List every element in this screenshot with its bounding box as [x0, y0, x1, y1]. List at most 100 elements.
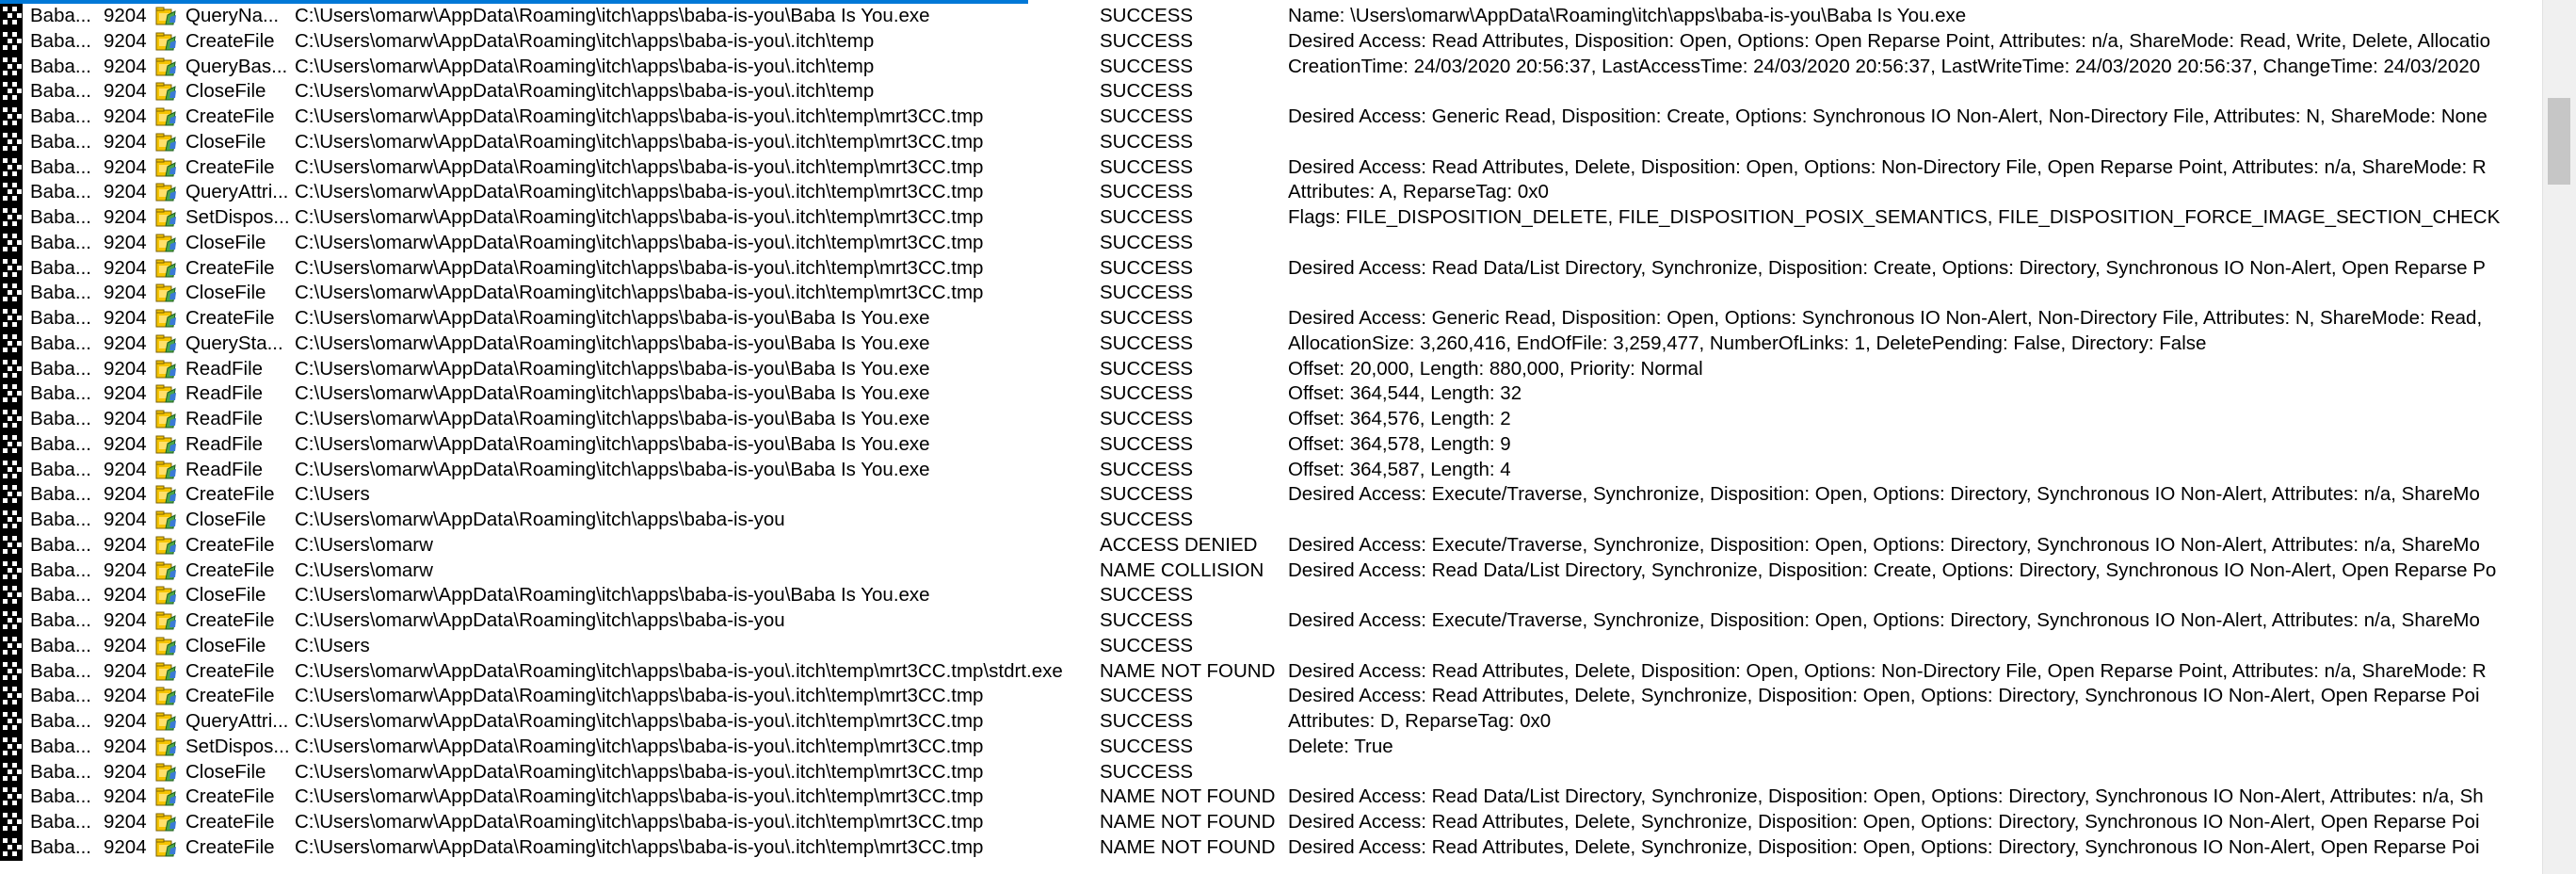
event-row[interactable]: Baba... 9204 ReadFile C:\Users\omarw\App…	[0, 457, 2542, 483]
result: SUCCESS	[1100, 105, 1194, 127]
result: SUCCESS	[1100, 584, 1194, 607]
operation: QueryNa...	[185, 5, 280, 26]
operation: ReadFile	[185, 432, 264, 455]
path: C:\Users\omarw\AppData\Roaming\itch\apps…	[295, 105, 984, 127]
event-row[interactable]: Baba... 9204 CloseFile C:\Users\omarw\Ap…	[0, 79, 2542, 105]
process-name: Baba...	[30, 105, 91, 127]
detail: Offset: 364,544, Length: 32	[1288, 382, 1522, 405]
event-row[interactable]: Baba... 9204 CreateFile C:\Users\omarw\A…	[0, 810, 2542, 835]
process-id: 9204	[104, 155, 147, 178]
operation: CloseFile	[185, 130, 266, 153]
operation: ReadFile	[185, 382, 264, 405]
event-row[interactable]: Baba... 9204 CloseFile C:\Users\omarw\Ap…	[0, 583, 2542, 608]
result: SUCCESS	[1100, 231, 1194, 253]
path: C:\Users\omarw\AppData\Roaming\itch\apps…	[295, 685, 984, 707]
process-name: Baba...	[30, 533, 91, 556]
checkerboard-process-icon	[0, 205, 26, 231]
process-id: 9204	[104, 55, 147, 77]
scrollbar-thumb[interactable]	[2548, 98, 2570, 185]
filesystem-operation-icon	[154, 533, 181, 558]
event-row[interactable]: Baba... 9204 CreateFile C:\Users\omarw\A…	[0, 255, 2542, 282]
path: C:\Users\omarw\AppData\Roaming\itch\apps…	[295, 785, 984, 808]
process-id: 9204	[104, 307, 147, 329]
event-row[interactable]: Baba... 9204 SetDispos... C:\Users\omarw…	[0, 734, 2542, 760]
event-row[interactable]: Baba... 9204 CreateFile C:\Users\omarw N…	[0, 558, 2542, 584]
operation: QueryAttri...	[185, 710, 289, 732]
detail: Desired Access: Read Attributes, Delete,…	[1288, 811, 2480, 833]
event-row[interactable]: Baba... 9204 CreateFile C:\Users SUCCESS…	[0, 482, 2542, 508]
process-id: 9204	[104, 584, 147, 607]
process-id: 9204	[104, 533, 147, 556]
event-row[interactable]: Baba... 9204 CreateFile C:\Users\omarw A…	[0, 532, 2542, 558]
operation: CloseFile	[185, 584, 266, 607]
event-row[interactable]: Baba... 9204 QuerySta... C:\Users\omarw\…	[0, 331, 2542, 357]
event-row[interactable]: Baba... 9204 CreateFile C:\Users\omarw\A…	[0, 834, 2542, 861]
operation: CloseFile	[185, 282, 266, 304]
event-row[interactable]: Baba... 9204 CreateFile C:\Users\omarw\A…	[0, 105, 2542, 130]
path: C:\Users\omarw\AppData\Roaming\itch\apps…	[295, 256, 984, 279]
operation: CreateFile	[185, 785, 275, 808]
detail: Desired Access: Execute/Traverse, Synchr…	[1288, 533, 2480, 556]
path: C:\Users\omarw\AppData\Roaming\itch\apps…	[295, 609, 785, 631]
path: C:\Users\omarw\AppData\Roaming\itch\apps…	[295, 458, 930, 480]
path: C:\Users\omarw\AppData\Roaming\itch\apps…	[295, 659, 1063, 682]
event-row[interactable]: Baba... 9204 ReadFile C:\Users\omarw\App…	[0, 381, 2542, 407]
detail: Offset: 20,000, Length: 880,000, Priorit…	[1288, 357, 1703, 380]
filesystem-operation-icon	[154, 357, 181, 382]
event-row[interactable]: Baba... 9204 CloseFile C:\Users\omarw\Ap…	[0, 508, 2542, 533]
filesystem-operation-icon	[154, 79, 181, 105]
event-row[interactable]: Baba... 9204 CloseFile C:\Users\omarw\Ap…	[0, 129, 2542, 155]
event-row[interactable]: Baba... 9204 CreateFile C:\Users\omarw\A…	[0, 154, 2542, 181]
event-row[interactable]: Baba... 9204 CreateFile C:\Users\omarw\A…	[0, 306, 2542, 332]
detail: Desired Access: Execute/Traverse, Synchr…	[1288, 483, 2480, 506]
result: NAME NOT FOUND	[1100, 835, 1276, 858]
process-name: Baba...	[30, 811, 91, 833]
event-row[interactable]: Baba... 9204 CreateFile C:\Users\omarw\A…	[0, 785, 2542, 810]
operation: CreateFile	[185, 256, 275, 279]
event-row[interactable]: Baba... 9204 ReadFile C:\Users\omarw\App…	[0, 431, 2542, 458]
event-row[interactable]: Baba... 9204 QueryBas... C:\Users\omarw\…	[0, 54, 2542, 80]
path: C:\Users\omarw\AppData\Roaming\itch\apps…	[295, 5, 930, 26]
event-row[interactable]: Baba... 9204 CreateFile C:\Users\omarw\A…	[0, 28, 2542, 55]
filesystem-operation-icon	[154, 256, 181, 282]
event-row[interactable]: Baba... 9204 CreateFile C:\Users\omarw\A…	[0, 658, 2542, 685]
event-row[interactable]: Baba... 9204 CloseFile C:\Users SUCCESS	[0, 633, 2542, 659]
process-id: 9204	[104, 80, 147, 103]
path: C:\Users\omarw\AppData\Roaming\itch\apps…	[295, 231, 984, 253]
event-row[interactable]: Baba... 9204 CreateFile C:\Users\omarw\A…	[0, 684, 2542, 709]
event-row[interactable]: Baba... 9204 QueryAttri... C:\Users\omar…	[0, 180, 2542, 205]
checkerboard-process-icon	[0, 356, 26, 382]
result: SUCCESS	[1100, 155, 1194, 178]
process-id: 9204	[104, 685, 147, 707]
event-row[interactable]: Baba... 9204 QueryNa... C:\Users\omarw\A…	[0, 4, 2542, 29]
event-row[interactable]: Baba... 9204 CloseFile C:\Users\omarw\Ap…	[0, 230, 2542, 256]
event-row[interactable]: Baba... 9204 CreateFile C:\Users\omarw\A…	[0, 608, 2542, 634]
event-row[interactable]: Baba... 9204 ReadFile C:\Users\omarw\App…	[0, 407, 2542, 432]
event-list[interactable]: Baba... 9204 QueryNa... C:\Users\omarw\A…	[0, 0, 2576, 874]
path: C:\Users\omarw\AppData\Roaming\itch\apps…	[295, 80, 875, 103]
operation: CreateFile	[185, 307, 275, 329]
event-row[interactable]: Baba... 9204 ReadFile C:\Users\omarw\App…	[0, 356, 2542, 382]
event-row[interactable]: Baba... 9204 CloseFile C:\Users\omarw\Ap…	[0, 281, 2542, 306]
result: SUCCESS	[1100, 332, 1194, 354]
event-row[interactable]: Baba... 9204 QueryAttri... C:\Users\omar…	[0, 709, 2542, 735]
event-row[interactable]: Baba... 9204 SetDispos... C:\Users\omarw…	[0, 205, 2542, 231]
detail: Attributes: D, ReparseTag: 0x0	[1288, 710, 1552, 732]
result: NAME COLLISION	[1100, 558, 1264, 581]
event-row[interactable]: Baba... 9204 CloseFile C:\Users\omarw\Ap…	[0, 759, 2542, 785]
detail: Flags: FILE_DISPOSITION_DELETE, FILE_DIS…	[1288, 206, 2501, 228]
filesystem-operation-icon	[154, 810, 181, 835]
operation: CreateFile	[185, 29, 275, 52]
process-name: Baba...	[30, 710, 91, 732]
operation: CreateFile	[185, 659, 275, 682]
filesystem-operation-icon	[154, 508, 181, 533]
path: C:\Users\omarw\AppData\Roaming\itch\apps…	[295, 408, 930, 429]
process-name: Baba...	[30, 256, 91, 279]
filesystem-operation-icon	[154, 231, 181, 256]
process-name: Baba...	[30, 231, 91, 253]
checkerboard-process-icon	[0, 180, 26, 205]
checkerboard-process-icon	[0, 583, 26, 608]
filesystem-operation-icon	[154, 306, 181, 332]
operation: CreateFile	[185, 483, 275, 506]
process-id: 9204	[104, 811, 147, 833]
